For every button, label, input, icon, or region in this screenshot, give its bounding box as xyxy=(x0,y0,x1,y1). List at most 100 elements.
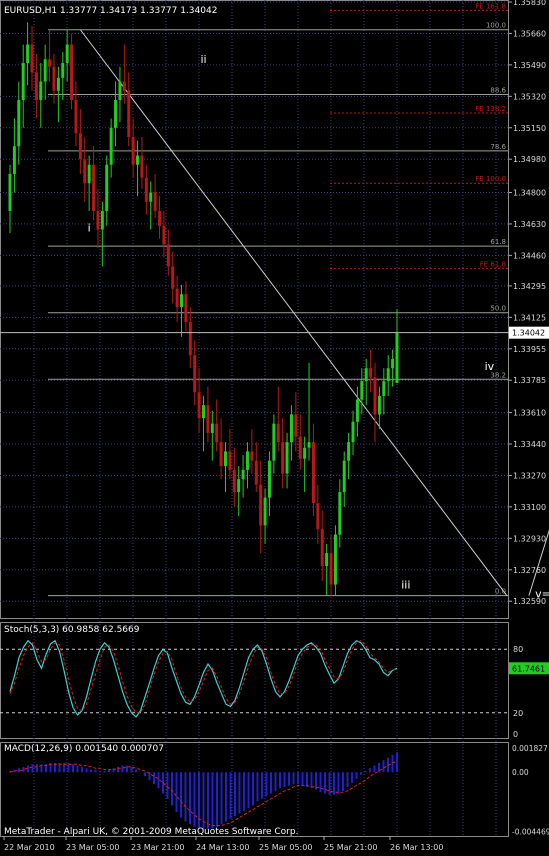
candle-body xyxy=(320,529,324,567)
candle-body xyxy=(131,137,135,165)
candle-body xyxy=(127,90,131,138)
current-price-label: 1.34042 xyxy=(512,329,545,338)
candle-body xyxy=(342,460,346,493)
candle-body xyxy=(39,81,43,101)
candle-body xyxy=(184,294,188,322)
x-tick-label: 23 Mar 21:00 xyxy=(131,843,184,852)
candle-body xyxy=(386,368,390,382)
x-tick-label: 22 Mar 2010 xyxy=(4,843,55,852)
fib-level-label: 50.0 xyxy=(490,305,506,313)
mt4-chart[interactable]: 100.088.678.661.850.038.20.0FE 161.8FE 1… xyxy=(0,0,549,856)
candle-body xyxy=(254,460,258,485)
macd-header: MACD(12,26,9) 0.001540 0.000707 xyxy=(4,744,164,754)
y-tick-label: 1.32930 xyxy=(513,534,546,543)
y-tick-label: 1.34800 xyxy=(513,188,546,197)
candle-body xyxy=(114,100,118,128)
candle-body xyxy=(351,421,355,443)
y-tick-label: 1.35150 xyxy=(513,124,546,133)
x-tick-label: 23 Mar 05:00 xyxy=(66,843,119,852)
candle-body xyxy=(100,210,104,230)
candle-body xyxy=(34,72,38,101)
candle-body xyxy=(188,321,192,356)
x-tick-label: 26 Mar 13:00 xyxy=(390,843,443,852)
candle-body xyxy=(298,436,302,459)
candle-body xyxy=(140,155,144,178)
candle-body xyxy=(105,164,109,211)
candle-body xyxy=(289,414,293,443)
candle-body xyxy=(87,164,91,184)
candle-body xyxy=(206,405,210,433)
candle-body xyxy=(382,381,386,396)
x-tick-label: 24 Mar 13:00 xyxy=(196,843,249,852)
candle-body xyxy=(56,77,60,91)
y-tick-label: 1.34125 xyxy=(513,313,546,322)
stoch-axis-label: 80 xyxy=(513,645,523,654)
candle-body xyxy=(373,377,377,415)
wave-label: ii xyxy=(200,53,206,66)
candle-body xyxy=(202,405,205,419)
candle-body xyxy=(347,442,351,461)
candle-body xyxy=(241,469,245,480)
y-tick-label: 1.35660 xyxy=(513,29,546,38)
candle-body xyxy=(391,358,395,369)
candle-body xyxy=(294,414,298,437)
candle-body xyxy=(369,368,373,378)
candle-body xyxy=(338,492,342,535)
candle-body xyxy=(171,266,175,289)
candle-body xyxy=(83,159,87,184)
candle-body xyxy=(325,553,329,567)
y-tick-label: 1.35490 xyxy=(513,61,546,70)
y-tick-label: 1.35320 xyxy=(513,92,546,101)
candle-body xyxy=(360,381,364,400)
candle-body xyxy=(210,423,214,433)
copyright-text: MetaTrader - Alpari UK, © 2001-2009 Meta… xyxy=(4,827,298,837)
fib-level-label: 78.6 xyxy=(490,143,506,151)
macd-axis-label: 0.00 xyxy=(512,768,529,777)
candle-body xyxy=(272,423,276,461)
y-tick-label: 1.33610 xyxy=(513,409,546,418)
candle-body xyxy=(96,210,100,230)
candle-body xyxy=(285,442,289,474)
candle-body xyxy=(48,59,52,67)
candle-body xyxy=(250,451,254,461)
candle-body xyxy=(52,66,56,91)
candle-body xyxy=(65,44,69,64)
stoch-axis-label: 20 xyxy=(513,709,523,718)
candle-body xyxy=(158,210,162,226)
x-tick-label: 25 Mar 21:00 xyxy=(324,843,377,852)
stoch-header: Stoch(5,3,3) 60.9858 62.5669 xyxy=(4,625,140,635)
y-tick-label: 1.34295 xyxy=(513,282,546,291)
macd-axis-label: 0.001827 xyxy=(512,744,548,753)
candle-body xyxy=(193,355,197,393)
candle-body xyxy=(109,127,113,165)
candle-body xyxy=(12,146,16,174)
candle-body xyxy=(215,423,219,443)
candle-body xyxy=(153,192,157,211)
fe-level-label: FE 100.0 xyxy=(475,175,506,183)
stoch-current-label: 61.7461 xyxy=(512,664,545,673)
y-tick-label: 1.33955 xyxy=(513,345,546,354)
candle-body xyxy=(8,173,12,211)
candle-body xyxy=(276,423,280,443)
candle-body xyxy=(263,497,267,526)
y-tick-label: 1.33100 xyxy=(513,503,546,512)
candle-body xyxy=(136,155,140,165)
y-tick-label: 1.33270 xyxy=(513,471,546,480)
candle-body xyxy=(228,451,232,470)
fe-level-label: FE 161.8 xyxy=(475,2,506,10)
candle-body xyxy=(259,484,263,526)
candle-body xyxy=(78,133,82,160)
fib-level-label: 61.8 xyxy=(490,238,506,246)
y-tick-label: 1.34460 xyxy=(513,251,546,260)
candle-body xyxy=(395,333,399,383)
candle-body xyxy=(333,534,337,585)
candle-body xyxy=(245,451,249,470)
wave-label: iii xyxy=(401,578,410,591)
candle-body xyxy=(21,63,25,101)
y-tick-label: 1.34980 xyxy=(513,155,546,164)
fib-level-label: 88.6 xyxy=(490,86,506,94)
candle-body xyxy=(74,100,78,134)
y-tick-label: 1.35830 xyxy=(513,0,546,7)
candle-body xyxy=(303,447,307,459)
candle-body xyxy=(162,225,166,245)
